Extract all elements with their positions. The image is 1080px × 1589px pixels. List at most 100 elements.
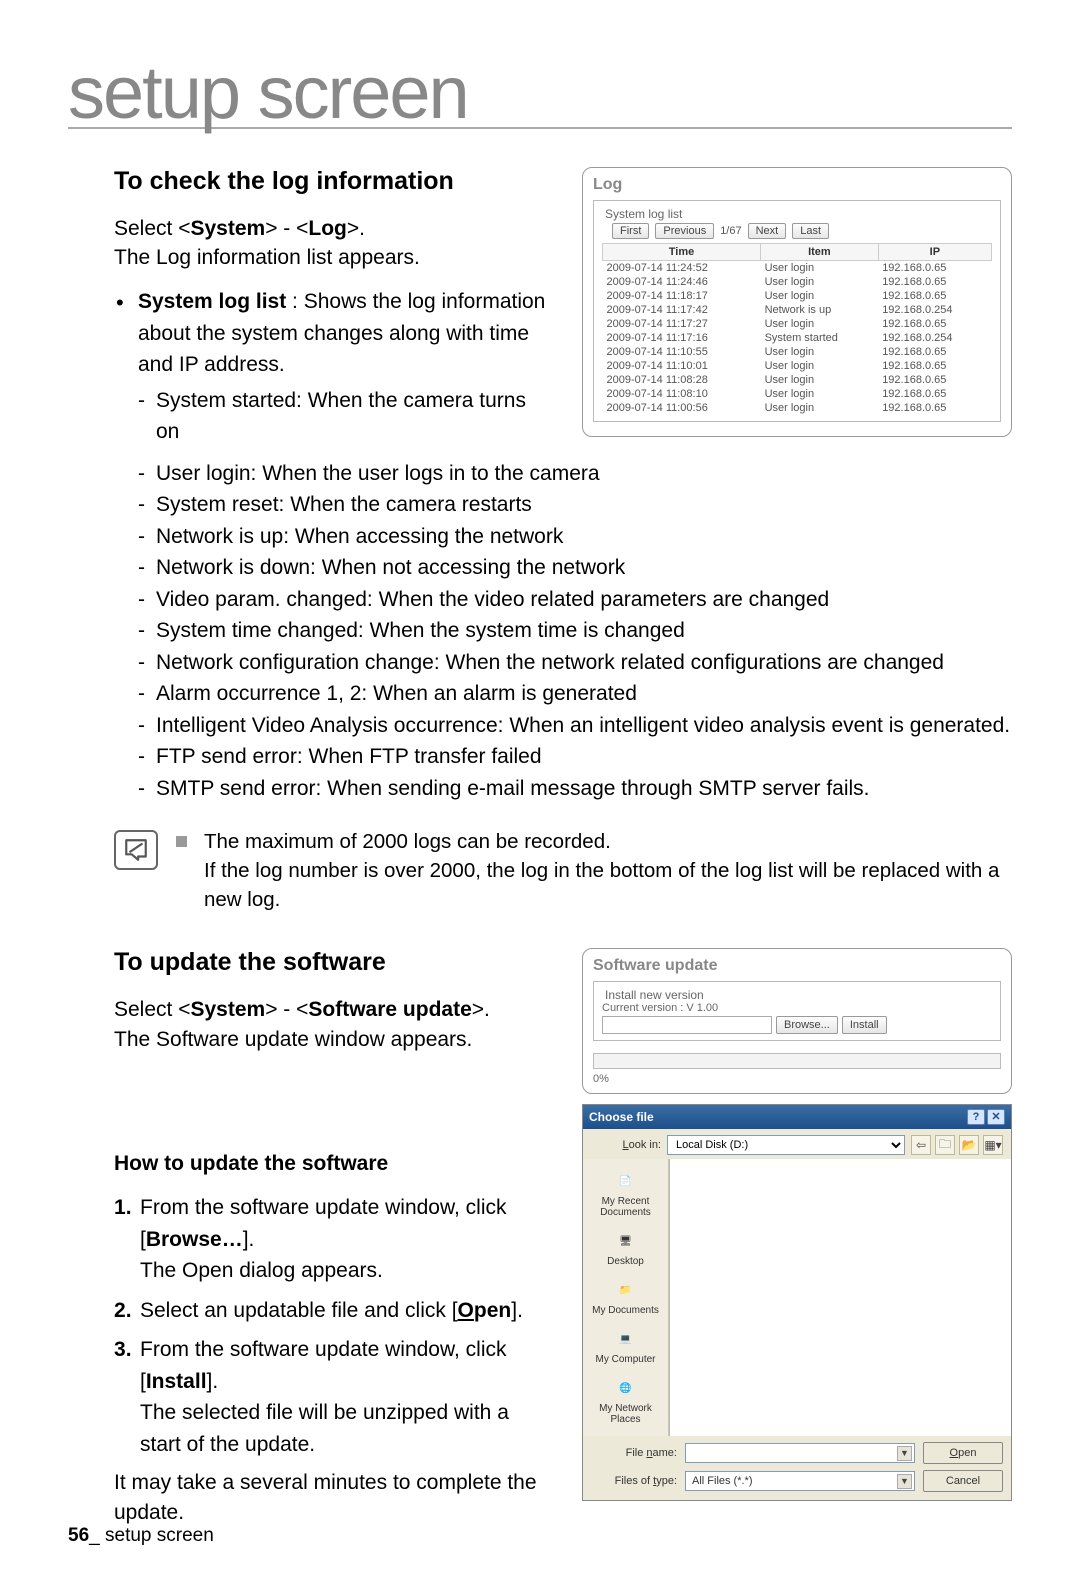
shortcut-item[interactable]: 🌐My Network Places (583, 1370, 668, 1430)
cell-item: User login (761, 260, 879, 275)
table-row: 2009-07-14 11:10:01User login192.168.0.6… (603, 359, 992, 373)
install-button[interactable]: Install (842, 1016, 887, 1034)
filetype-label: Files of type: (591, 1475, 677, 1487)
log-table: Time Item IP 2009-07-14 11:24:52User log… (602, 243, 992, 415)
cell-time: 2009-07-14 11:17:27 (603, 317, 761, 331)
col-item: Item (761, 243, 879, 260)
note-icon (114, 830, 158, 870)
cell-time: 2009-07-14 11:08:10 (603, 387, 761, 401)
text: Software update (308, 998, 471, 1021)
shortcut-item[interactable]: 🖥Desktop (583, 1223, 668, 1272)
table-row: 2009-07-14 11:00:56User login192.168.0.6… (603, 401, 992, 415)
shortcut-item[interactable]: 💻My Computer (583, 1321, 668, 1370)
text: Select < (114, 998, 190, 1021)
shortcut-item[interactable]: 📄My Recent Documents (583, 1163, 668, 1223)
close-icon[interactable]: ✕ (987, 1109, 1005, 1125)
text: O (458, 1299, 474, 1322)
browse-button[interactable]: Browse... (776, 1016, 838, 1034)
text: The Open dialog appears. (140, 1259, 383, 1282)
cell-item: User login (761, 317, 879, 331)
dash-item: System started: When the camera turns on (138, 385, 554, 448)
cell-ip: 192.168.0.65 (878, 260, 991, 275)
next-button[interactable]: Next (748, 223, 787, 239)
filename-label: File name: (591, 1447, 677, 1459)
previous-button[interactable]: Previous (655, 223, 714, 239)
col-time: Time (603, 243, 761, 260)
text: System log list (138, 290, 286, 313)
lookin-label: Look in: (591, 1139, 661, 1151)
dialog-title: Choose file (589, 1110, 654, 1124)
step-2: Select an updatable file and click [Open… (114, 1295, 554, 1327)
text: System (190, 998, 265, 1021)
select-path-log: Select <System> - <Log>. The Log informa… (114, 214, 554, 273)
sw-file-input[interactable] (602, 1016, 772, 1034)
table-row: 2009-07-14 11:18:17User login192.168.0.6… (603, 289, 992, 303)
up-icon[interactable]: 🗀 (935, 1135, 955, 1155)
dash-item: Intelligent Video Analysis occurrence: W… (138, 710, 1012, 742)
cancel-button[interactable]: Cancel (923, 1470, 1003, 1492)
text: >. (472, 998, 490, 1021)
dash-item: Network is down: When not accessing the … (138, 552, 1012, 584)
cell-time: 2009-07-14 11:24:46 (603, 275, 761, 289)
shortcut-icon: 🌐 (611, 1375, 641, 1401)
cell-item: User login (761, 401, 879, 415)
open-button[interactable]: Open (923, 1442, 1003, 1464)
cell-time: 2009-07-14 11:08:28 (603, 373, 761, 387)
lookin-dropdown[interactable]: Local Disk (D:) (667, 1135, 905, 1155)
file-list-area[interactable] (669, 1159, 1011, 1436)
log-panel: Log System log list First Previous 1/67 … (582, 167, 1012, 437)
last-button[interactable]: Last (792, 223, 829, 239)
filename-input[interactable]: ▼ (685, 1443, 915, 1463)
cell-time: 2009-07-14 11:00:56 (603, 401, 761, 415)
filetype-dropdown[interactable]: All Files (*.*)▼ (685, 1471, 915, 1491)
cell-item: User login (761, 289, 879, 303)
back-icon[interactable]: ⇦ (911, 1135, 931, 1155)
text: ]. (243, 1228, 255, 1251)
shortcut-icon: 📄 (611, 1168, 641, 1194)
choose-file-dialog: Choose file ? ✕ Look in: Local Disk (D:)… (582, 1104, 1012, 1501)
cell-ip: 192.168.0.65 (878, 289, 991, 303)
note-line-2: If the log number is over 2000, the log … (176, 857, 1012, 914)
text: > - < (265, 998, 308, 1021)
dash-item: SMTP send error: When sending e-mail mes… (138, 773, 1012, 805)
page-number: 56 (68, 1525, 89, 1546)
cell-item: User login (761, 345, 879, 359)
closing-text: It may take a several minutes to complet… (114, 1468, 554, 1527)
new-folder-icon[interactable]: 📂 (959, 1135, 979, 1155)
pager-label: 1/67 (720, 225, 741, 237)
sw-percent: 0% (593, 1073, 1001, 1085)
sw-panel-title: Software update (593, 957, 1001, 975)
text: The Log information list appears. (114, 246, 420, 269)
cell-item: Network is up (761, 303, 879, 317)
log-panel-title: Log (593, 176, 1001, 194)
cell-item: User login (761, 275, 879, 289)
dash-item: Network configuration change: When the n… (138, 647, 1012, 679)
views-icon[interactable]: ▦▾ (983, 1135, 1003, 1155)
table-row: 2009-07-14 11:24:46User login192.168.0.6… (603, 275, 992, 289)
text: Select < (114, 217, 190, 240)
cell-time: 2009-07-14 11:10:01 (603, 359, 761, 373)
page-footer: 56_ setup screen (68, 1525, 214, 1547)
shortcut-icon: 💻 (611, 1326, 641, 1352)
dash-item: System time changed: When the system tim… (138, 615, 1012, 647)
dash-item: System reset: When the camera restarts (138, 489, 1012, 521)
text: Install (146, 1370, 207, 1393)
cell-item: User login (761, 373, 879, 387)
step-3: From the software update window, click [… (114, 1334, 554, 1460)
shortcut-item[interactable]: 📁My Documents (583, 1272, 668, 1321)
table-row: 2009-07-14 11:08:28User login192.168.0.6… (603, 373, 992, 387)
first-button[interactable]: First (612, 223, 649, 239)
cell-ip: 192.168.0.65 (878, 401, 991, 415)
text: ]. (511, 1299, 523, 1322)
step-1: From the software update window, click [… (114, 1192, 554, 1287)
help-icon[interactable]: ? (967, 1109, 985, 1125)
cell-time: 2009-07-14 11:17:42 (603, 303, 761, 317)
table-row: 2009-07-14 11:17:16System started192.168… (603, 331, 992, 345)
sw-current-version: Current version : V 1.00 (602, 1002, 992, 1014)
text: ]. (207, 1370, 219, 1393)
bullet-system-log-list: System log list : Shows the log informat… (114, 286, 554, 448)
dash-item: FTP send error: When FTP transfer failed (138, 741, 1012, 773)
log-fieldset-legend: System log list (602, 207, 685, 221)
cell-ip: 192.168.0.65 (878, 345, 991, 359)
cell-item: User login (761, 359, 879, 373)
